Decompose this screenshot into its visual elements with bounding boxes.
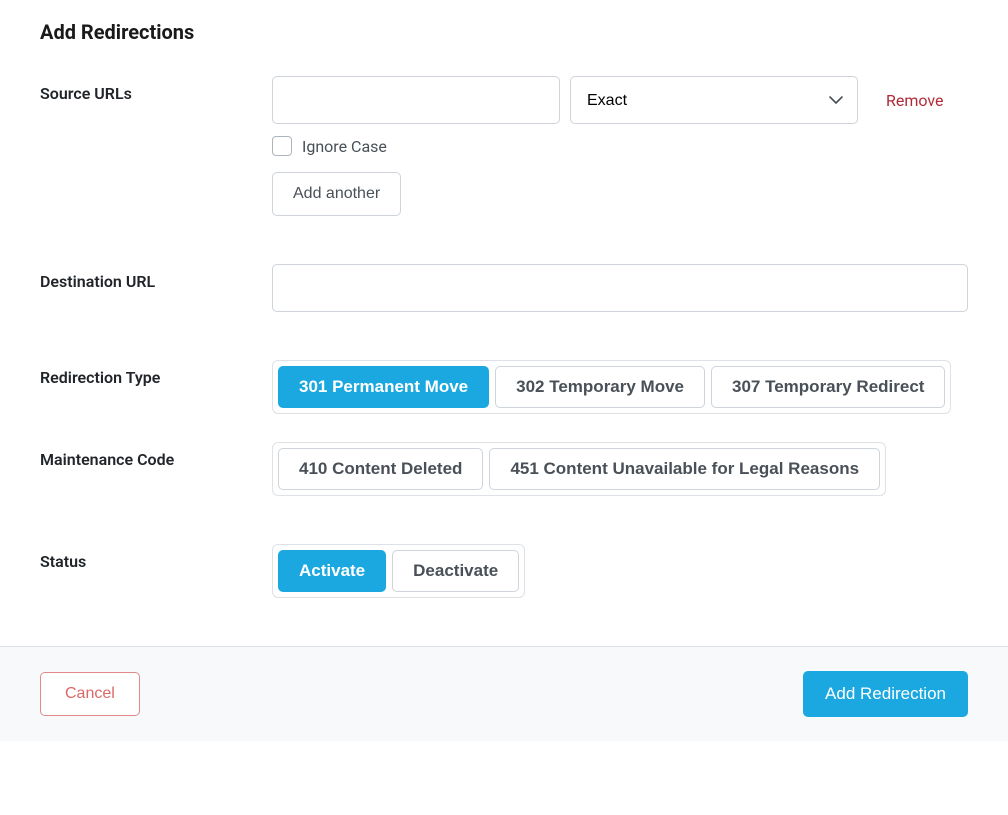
source-url-input[interactable] <box>272 76 560 124</box>
add-redirection-button[interactable]: Add Redirection <box>803 671 968 717</box>
redirect-307-button[interactable]: 307 Temporary Redirect <box>711 366 945 408</box>
match-type-select[interactable]: Exact <box>570 76 858 124</box>
cancel-button[interactable]: Cancel <box>40 672 140 716</box>
remove-source-link[interactable]: Remove <box>886 91 944 110</box>
status-label: Status <box>40 544 272 598</box>
destination-url-label: Destination URL <box>40 264 272 312</box>
status-group: Activate Deactivate <box>272 544 525 598</box>
redirect-302-button[interactable]: 302 Temporary Move <box>495 366 705 408</box>
ignore-case-checkbox[interactable] <box>272 136 292 156</box>
activate-button[interactable]: Activate <box>278 550 386 592</box>
add-another-button[interactable]: Add another <box>272 172 401 216</box>
page-title: Add Redirections <box>40 20 968 44</box>
redirect-301-button[interactable]: 301 Permanent Move <box>278 366 489 408</box>
source-urls-label: Source URLs <box>40 76 272 216</box>
maint-451-button[interactable]: 451 Content Unavailable for Legal Reason… <box>489 448 880 490</box>
footer: Cancel Add Redirection <box>0 646 1008 741</box>
ignore-case-label: Ignore Case <box>302 137 387 156</box>
maintenance-code-group: 410 Content Deleted 451 Content Unavaila… <box>272 442 886 496</box>
redirection-type-label: Redirection Type <box>40 360 272 414</box>
deactivate-button[interactable]: Deactivate <box>392 550 519 592</box>
maint-410-button[interactable]: 410 Content Deleted <box>278 448 483 490</box>
maintenance-code-label: Maintenance Code <box>40 442 272 496</box>
redirection-type-group: 301 Permanent Move 302 Temporary Move 30… <box>272 360 951 414</box>
destination-url-input[interactable] <box>272 264 968 312</box>
